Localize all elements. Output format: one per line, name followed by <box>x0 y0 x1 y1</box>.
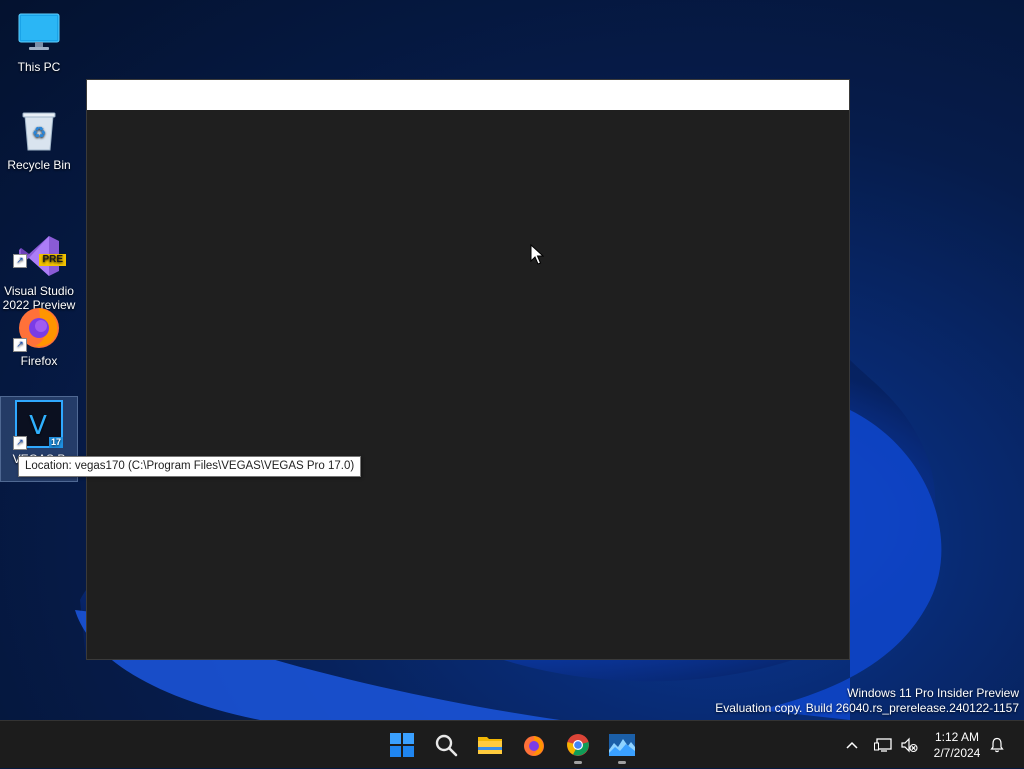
taskbar-clock[interactable]: 1:12 AM 2/7/2024 <box>926 729 988 761</box>
clock-time: 1:12 AM <box>934 730 980 744</box>
volume-muted-icon <box>901 737 918 753</box>
taskbar-start-button[interactable] <box>382 725 422 765</box>
visual-studio-icon: PRE ↗ <box>13 218 66 276</box>
desktop-icon-label: Recycle Bin <box>7 158 71 172</box>
tray-overflow-button[interactable] <box>840 721 864 769</box>
shortcut-arrow-icon: ↗ <box>13 436 27 450</box>
clock-date: 2/7/2024 <box>933 746 981 760</box>
evaluation-watermark: Windows 11 Pro Insider Preview Evaluatio… <box>715 686 1019 716</box>
tray-volume-button[interactable] <box>898 721 920 769</box>
chrome-icon <box>567 734 589 756</box>
notification-bell-icon <box>990 737 1004 753</box>
app-window[interactable] <box>86 79 850 660</box>
svg-text:♻: ♻ <box>32 123 46 142</box>
desktop-icon-visual-studio[interactable]: PRE ↗ Visual Studio 2022 Preview <box>0 196 78 312</box>
chevron-up-icon <box>846 741 858 749</box>
shortcut-arrow-icon: ↗ <box>13 338 27 352</box>
running-indicator <box>618 761 626 764</box>
desktop-icon-recycle-bin[interactable]: ♻ Recycle Bin <box>0 98 78 176</box>
svg-text:V: V <box>29 411 47 441</box>
desktop-icon-this-pc[interactable]: This PC <box>0 0 78 78</box>
tray-network-button[interactable] <box>872 721 894 769</box>
watermark-line-2: Evaluation copy. Build 26040.rs_prerelea… <box>715 701 1019 715</box>
windows-start-icon <box>390 733 414 757</box>
firefox-icon: ↗ <box>13 302 63 352</box>
badge-pre: PRE <box>39 254 66 266</box>
taskbar-search-button[interactable] <box>426 725 466 765</box>
location-tooltip: Location: vegas170 (C:\Program Files\VEG… <box>18 456 362 477</box>
vegas-pro-icon: V 17 ↗ <box>13 400 63 450</box>
mouse-cursor-icon <box>530 243 545 271</box>
recycle-bin-icon: ♻ <box>15 106 63 154</box>
taskbar: 1:12 AM 2/7/2024 <box>0 720 1024 768</box>
taskbar-firefox[interactable] <box>514 725 554 765</box>
watermark-line-1: Windows 11 Pro Insider Preview <box>847 686 1019 700</box>
shortcut-arrow-icon: ↗ <box>13 254 27 268</box>
window-content[interactable] <box>87 110 849 659</box>
desktop-icon-firefox[interactable]: ↗ Firefox <box>0 294 78 372</box>
search-icon <box>435 734 458 757</box>
running-indicator <box>574 761 582 764</box>
desktop-icon-label: This PC <box>17 60 61 74</box>
badge-17: 17 <box>48 437 63 448</box>
folder-icon <box>478 737 502 754</box>
taskbar-chrome[interactable] <box>558 725 598 765</box>
taskbar-vegas-pro[interactable] <box>602 725 642 765</box>
network-icon <box>874 738 892 752</box>
monitor-icon <box>15 8 63 56</box>
desktop-icon-label: Firefox <box>20 354 58 368</box>
taskbar-file-explorer[interactable] <box>470 725 510 765</box>
window-titlebar[interactable] <box>87 80 849 110</box>
notification-button[interactable] <box>986 721 1008 769</box>
firefox-icon <box>524 736 544 756</box>
vegas-app-icon <box>609 734 635 756</box>
